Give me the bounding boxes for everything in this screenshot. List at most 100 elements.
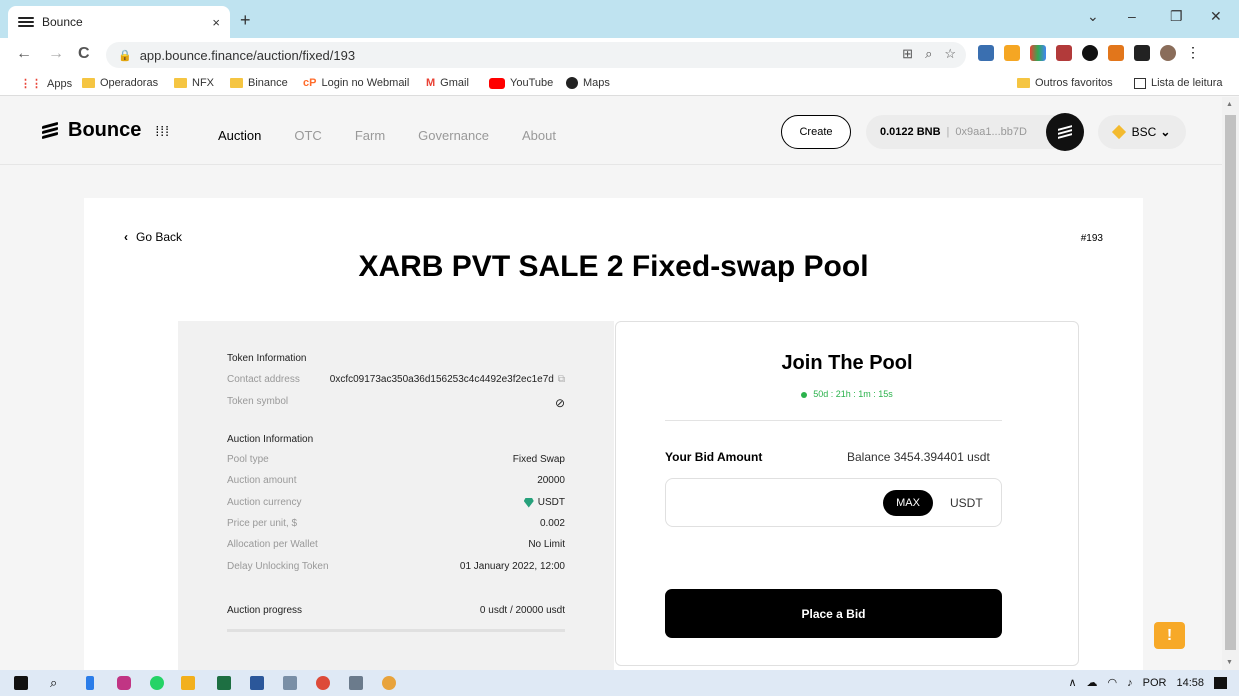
taskbar-app-icon[interactable] [283, 676, 297, 690]
file-explorer-icon[interactable] [181, 676, 195, 690]
chevron-left-icon: ‹ [124, 230, 128, 244]
tab-close-icon[interactable]: × [212, 15, 220, 30]
clock[interactable]: 14:58 [1176, 677, 1204, 689]
extension-icon[interactable] [1030, 45, 1046, 61]
extension-icon[interactable] [978, 45, 994, 61]
restore-button[interactable]: ❐ [1170, 8, 1183, 25]
tab-search-icon[interactable]: ⌄ [1087, 8, 1099, 25]
info-row: Delay Unlocking Token 01 January 2022, 1… [227, 561, 565, 572]
auction-info-heading: Auction Information [227, 434, 314, 445]
bounce-logo[interactable]: Bounce ⁞⁞⁞ [42, 119, 170, 142]
close-window-button[interactable]: ✕ [1210, 8, 1222, 25]
bookmark-operadoras[interactable]: Operadoras [82, 77, 158, 89]
browser-tab[interactable]: Bounce × [8, 6, 230, 38]
reload-button[interactable]: C [78, 45, 90, 63]
go-back-label: Go Back [136, 230, 183, 244]
bookmark-other-favorites[interactable]: Outros favoritos [1017, 77, 1113, 89]
bookmark-binance[interactable]: Binance [230, 77, 288, 89]
bookmark-gmail[interactable]: M Gmail [426, 77, 469, 89]
youtube-icon [489, 77, 505, 89]
divider [665, 420, 1002, 421]
chain-name: BSC [1131, 125, 1157, 139]
wallet-balance: 0.0122 BNB [880, 126, 941, 138]
lock-icon: 🔒 [118, 49, 132, 62]
excel-icon[interactable] [217, 676, 231, 690]
nav-auction[interactable]: Auction [218, 128, 261, 143]
extension-icon[interactable] [1082, 45, 1098, 61]
profile-avatar[interactable] [1160, 45, 1176, 61]
whatsapp-icon[interactable] [150, 676, 164, 690]
instagram-icon[interactable] [117, 676, 131, 690]
word-icon[interactable] [250, 676, 264, 690]
volume-icon[interactable]: ♪ [1127, 677, 1133, 689]
new-tab-button[interactable]: + [240, 10, 251, 31]
bid-amount-label: Your Bid Amount [665, 450, 763, 464]
page-scrollbar[interactable]: ▲ ▼ [1222, 97, 1239, 670]
bid-unit: USDT [950, 496, 983, 510]
url-bar[interactable]: 🔒 app.bounce.finance/auction/fixed/193 ⊞… [106, 42, 966, 68]
apps-dots-icon[interactable]: ⁞⁞⁞ [155, 123, 170, 139]
cloud-icon[interactable]: ☁ [1087, 676, 1098, 689]
go-back-link[interactable]: ‹ Go Back [124, 230, 182, 244]
tray-chevron-icon[interactable]: ∧ [1068, 676, 1076, 689]
nav-about[interactable]: About [522, 128, 556, 143]
wifi-icon[interactable]: ◠ [1108, 676, 1118, 689]
bookmark-nfx[interactable]: NFX [174, 77, 214, 89]
extension-icon[interactable] [1004, 45, 1020, 61]
status-dot-icon [801, 391, 808, 398]
metamask-icon[interactable] [1108, 45, 1124, 61]
system-tray: ∧ ☁ ◠ ♪ POR 14:58 [1068, 676, 1227, 689]
url-text: app.bounce.finance/auction/fixed/193 [139, 47, 356, 63]
chain-selector[interactable]: BSC ⌄ [1098, 115, 1186, 149]
extension-icon[interactable] [1056, 45, 1072, 61]
puzzle-icon[interactable] [1134, 45, 1150, 61]
pool-info-panel: Token Information Contact address 0xcfc0… [178, 321, 614, 670]
bookmark-reading-list[interactable]: Lista de leitura [1134, 77, 1223, 89]
bookmark-webmail[interactable]: cP Login no Webmail [303, 77, 409, 89]
main-nav: Auction OTC Farm Governance About [218, 128, 556, 143]
nav-governance[interactable]: Governance [418, 128, 489, 143]
calculator-icon[interactable] [349, 676, 363, 690]
bookmark-star-icon[interactable]: ☆ [944, 46, 956, 62]
nav-farm[interactable]: Farm [355, 128, 385, 143]
bookmark-maps[interactable]: Maps [566, 77, 610, 89]
taskbar-app-icon[interactable] [86, 676, 94, 690]
forward-button[interactable]: → [48, 45, 64, 63]
browser-tab-bar: Bounce × + ⌄ – ❐ ✕ [0, 0, 1239, 38]
scroll-up-icon[interactable]: ▲ [1226, 101, 1233, 108]
back-button[interactable]: ← [16, 45, 32, 63]
pool-id: #193 [1080, 233, 1103, 244]
join-title: Join The Pool [781, 352, 913, 374]
search-icon[interactable]: ⌕ [50, 676, 64, 690]
language-indicator[interactable]: POR [1143, 677, 1167, 689]
bid-amount-input[interactable]: MAX USDT [665, 478, 1002, 527]
zoom-icon[interactable]: ⌕ [925, 46, 932, 62]
max-button[interactable]: MAX [883, 490, 933, 516]
wallet-pill[interactable]: 0.0122 BNB | 0x9aa1...bb7D [866, 113, 1084, 151]
bookmark-apps[interactable]: ⋮⋮ Apps [20, 77, 72, 91]
translate-icon[interactable]: ⊞ [902, 46, 913, 62]
wallet-separator: | [946, 126, 950, 138]
place-bid-button[interactable]: Place a Bid [665, 589, 1002, 638]
menu-dots-icon[interactable]: ⋮ [1186, 45, 1200, 61]
feedback-alert-icon[interactable]: ! [1154, 622, 1185, 649]
nav-otc[interactable]: OTC [294, 128, 321, 143]
scrollbar-thumb[interactable] [1225, 115, 1236, 650]
bookmark-youtube[interactable]: YouTube [489, 77, 553, 89]
wallet-avatar[interactable] [1046, 113, 1084, 151]
pool-card: ‹ Go Back #193 XARB PVT SALE 2 Fixed-swa… [84, 198, 1143, 670]
windows-start-icon[interactable] [14, 676, 28, 690]
auction-progress-bar [227, 629, 565, 632]
progress-label: Auction progress [227, 605, 303, 616]
maps-icon [566, 77, 578, 89]
create-button[interactable]: Create [781, 115, 851, 149]
copy-icon[interactable]: ⧉ [558, 374, 565, 385]
notifications-icon[interactable] [1214, 676, 1227, 689]
join-pool-panel: Join The Pool 50d : 21h : 1m : 15s Your … [615, 321, 1079, 666]
folder-icon [174, 78, 187, 88]
minimize-button[interactable]: – [1128, 8, 1136, 24]
chrome-icon[interactable] [316, 676, 330, 690]
scroll-down-icon[interactable]: ▼ [1226, 659, 1233, 666]
usdt-icon [523, 497, 534, 508]
taskbar-app-icon[interactable] [382, 676, 396, 690]
